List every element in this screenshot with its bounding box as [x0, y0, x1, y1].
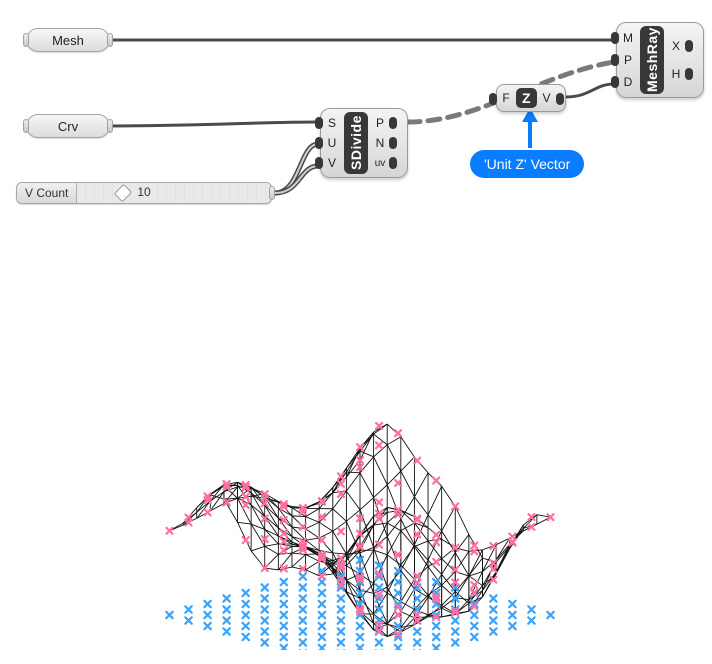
- param-mesh[interactable]: Mesh: [26, 28, 110, 52]
- port-meshray-d[interactable]: D: [619, 73, 637, 91]
- node-sdivide[interactable]: S U V SDivide P N uv: [320, 108, 408, 178]
- slider-vcount[interactable]: V Count 10: [16, 182, 272, 204]
- node-unitz[interactable]: F Z V: [496, 84, 566, 112]
- port-sdivide-u[interactable]: U: [323, 134, 341, 152]
- port-meshray-p[interactable]: P: [619, 51, 637, 69]
- slider-vcount-label: V Count: [17, 183, 77, 203]
- port-sdivide-uv[interactable]: uv: [371, 154, 389, 172]
- param-mesh-input-grip[interactable]: [23, 33, 29, 47]
- node-meshray-inputs: M P D: [617, 23, 639, 97]
- node-sdivide-inputs: S U V: [321, 109, 343, 177]
- node-unitz-title: Z: [516, 88, 537, 108]
- node-sdivide-outputs: P N uv: [369, 109, 391, 177]
- param-crv-input-grip[interactable]: [23, 119, 29, 133]
- port-unitz-v[interactable]: V: [538, 85, 556, 111]
- port-meshray-m[interactable]: M: [619, 29, 637, 47]
- slider-vcount-track[interactable]: 10: [77, 183, 271, 203]
- port-sdivide-p[interactable]: P: [371, 114, 389, 132]
- wire-unitz-to-meshray-d: [566, 84, 614, 97]
- param-mesh-output-grip[interactable]: [107, 33, 113, 47]
- port-sdivide-n[interactable]: N: [371, 134, 389, 152]
- param-crv-label: Crv: [58, 119, 78, 134]
- slider-vcount-output-grip[interactable]: [269, 186, 275, 200]
- result-visualization: [90, 260, 630, 650]
- wire-crv-to-sdivide: [108, 122, 318, 126]
- port-meshray-x[interactable]: X: [667, 37, 685, 55]
- wire-vcount-to-v-outer: [275, 166, 318, 193]
- wire-vcount-to-u-outer: [275, 144, 318, 193]
- annotation-unitz-text: 'Unit Z' Vector: [484, 156, 570, 172]
- slider-vcount-handle[interactable]: [114, 184, 132, 202]
- param-crv-output-grip[interactable]: [107, 119, 113, 133]
- port-sdivide-v[interactable]: V: [323, 154, 341, 172]
- port-sdivide-s[interactable]: S: [323, 114, 341, 132]
- annotation-unitz: 'Unit Z' Vector: [470, 150, 584, 178]
- wire-vcount-to-v-inner: [275, 166, 318, 193]
- param-crv[interactable]: Crv: [26, 114, 110, 138]
- node-meshray-title: MeshRay: [640, 26, 664, 94]
- port-meshray-h[interactable]: H: [667, 65, 685, 83]
- slider-vcount-value: 10: [137, 185, 150, 199]
- node-meshray[interactable]: M P D MeshRay X H: [616, 22, 704, 98]
- node-sdivide-title: SDivide: [344, 112, 368, 174]
- wire-vcount-to-u-inner: [275, 144, 318, 193]
- port-unitz-f[interactable]: F: [497, 85, 515, 111]
- param-mesh-label: Mesh: [52, 33, 84, 48]
- node-meshray-outputs: X H: [665, 23, 687, 97]
